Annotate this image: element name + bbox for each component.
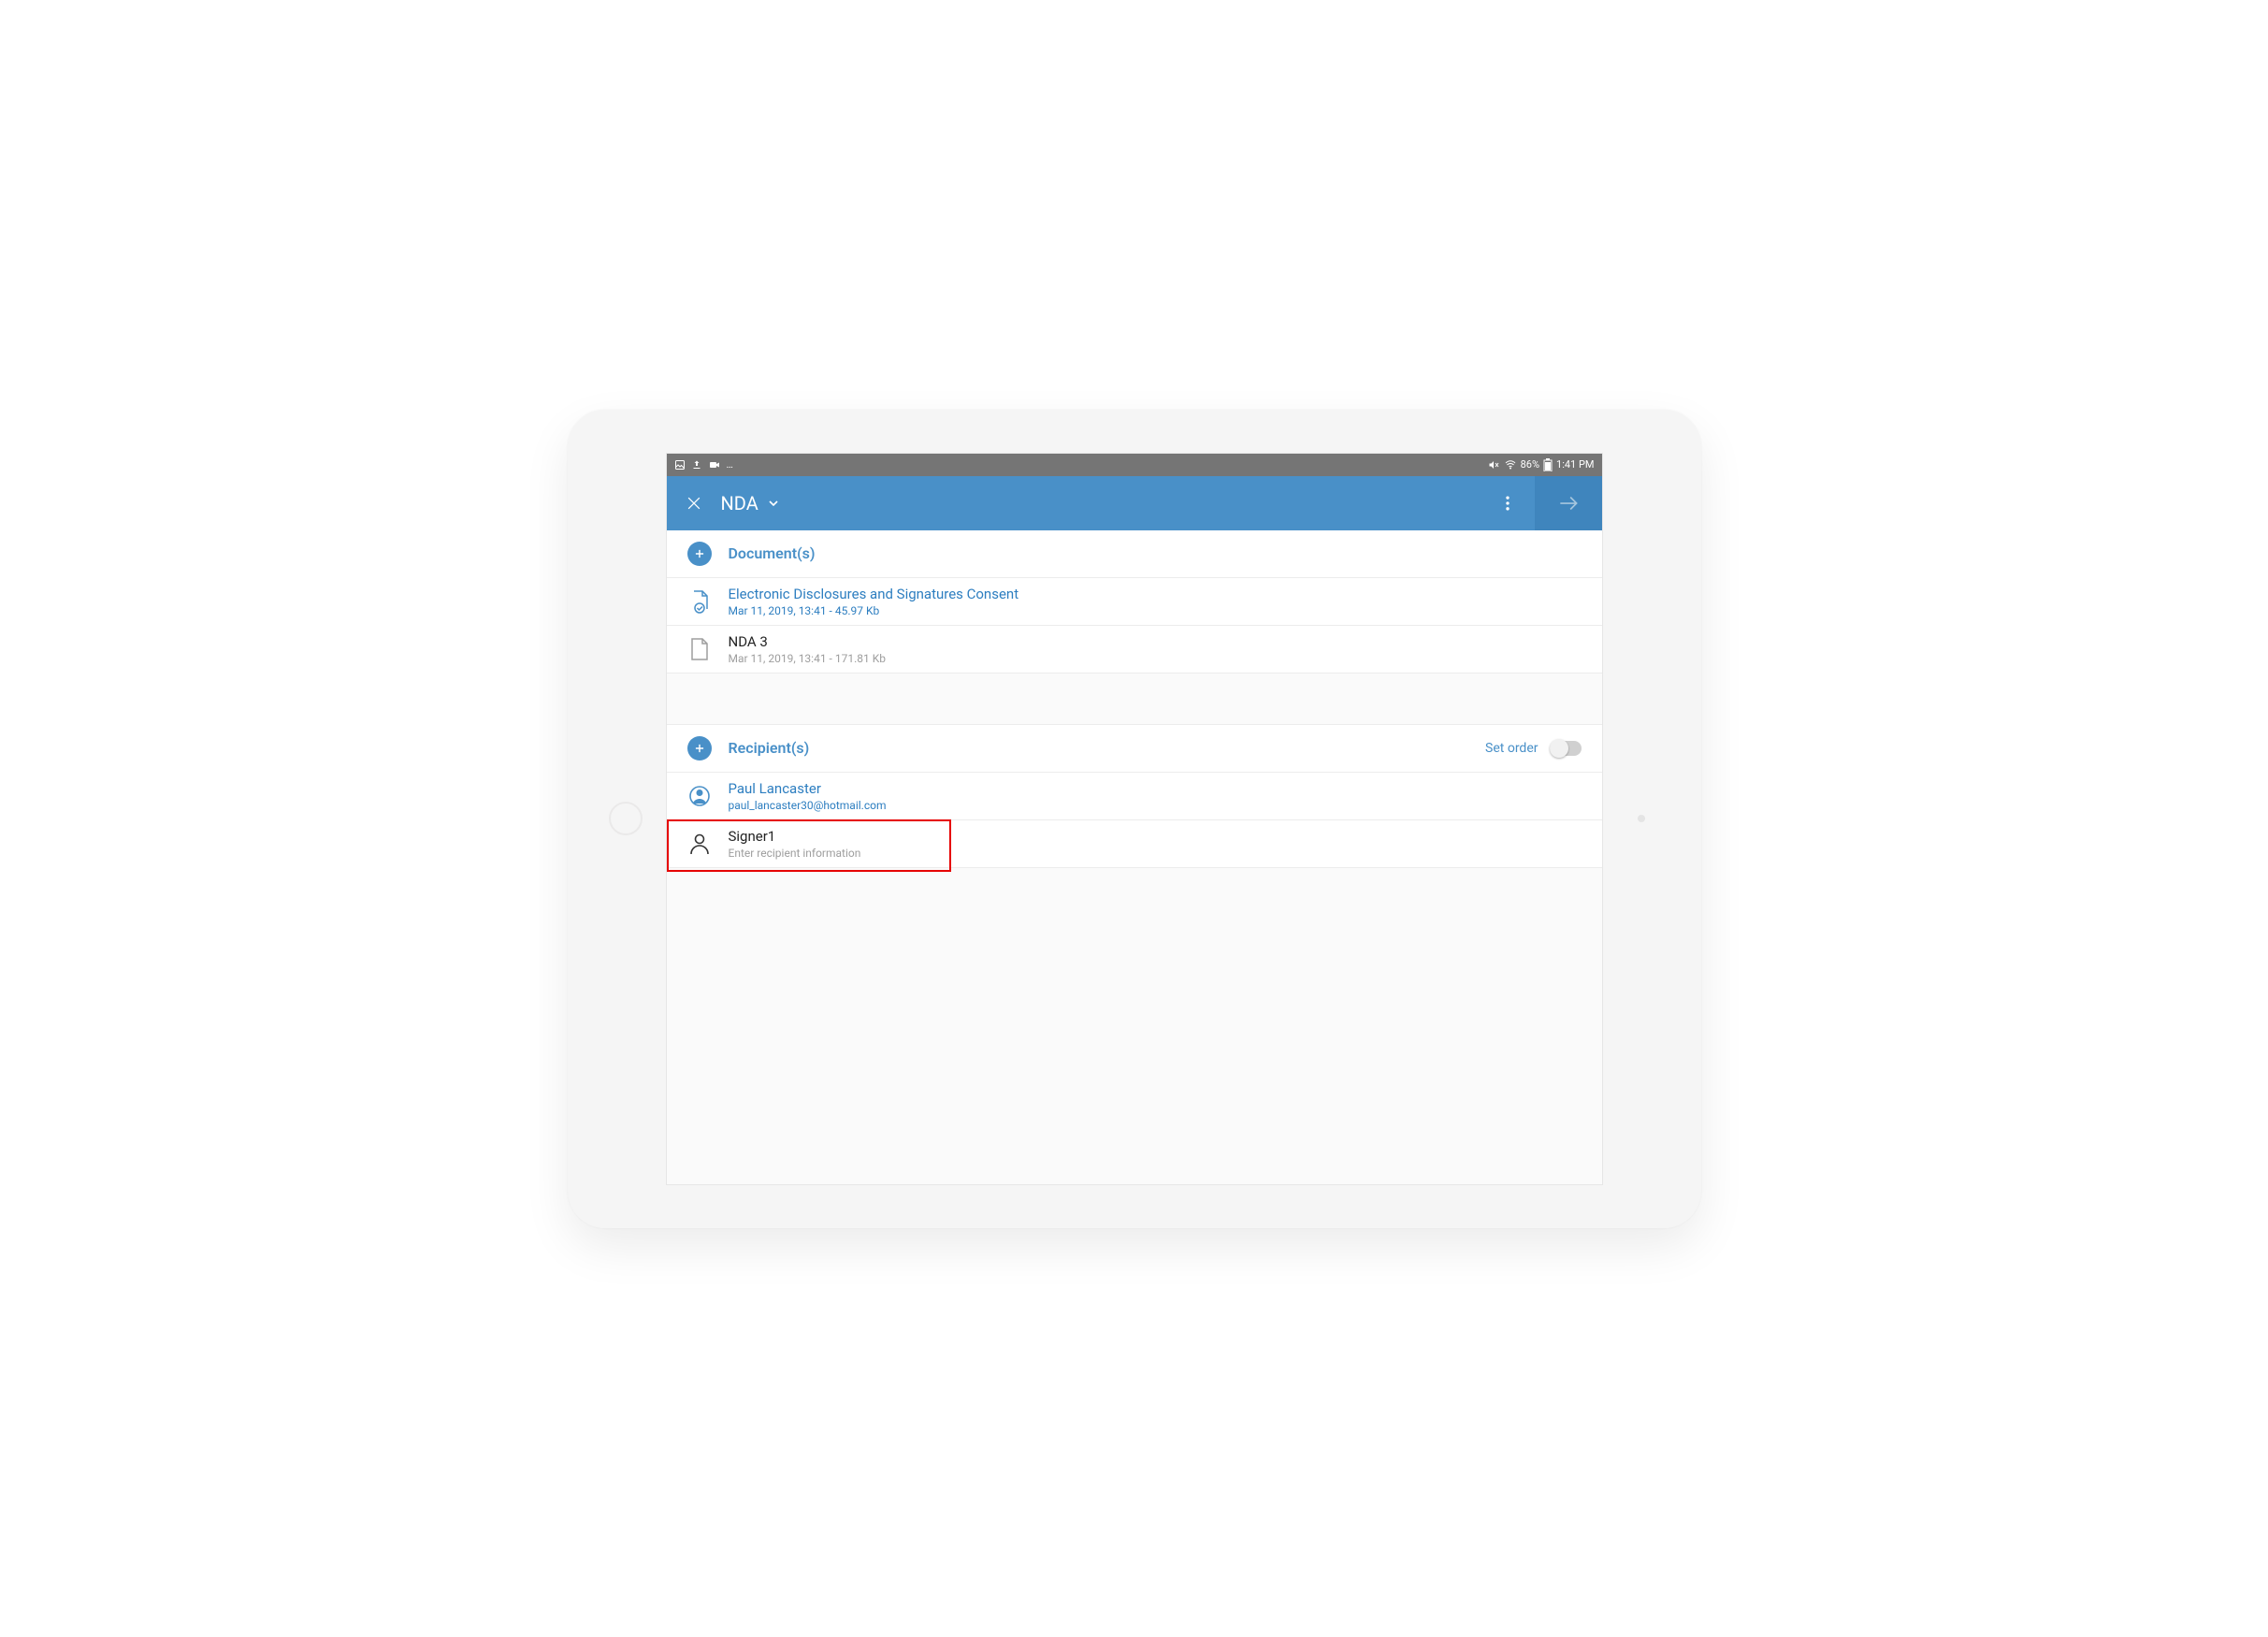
avatar-filled-icon bbox=[688, 785, 711, 807]
more-button[interactable] bbox=[1481, 494, 1535, 513]
document-item[interactable]: NDA 3 Mar 11, 2019, 13:41 - 171.81 Kb bbox=[667, 626, 1602, 674]
documents-label: Document(s) bbox=[729, 544, 816, 562]
document-meta: Mar 11, 2019, 13:41 - 171.81 Kb bbox=[729, 652, 886, 665]
upload-icon bbox=[691, 459, 702, 471]
plus-icon bbox=[693, 547, 706, 560]
arrow-right-icon bbox=[1556, 491, 1581, 515]
document-item[interactable]: Electronic Disclosures and Signatures Co… bbox=[667, 578, 1602, 626]
next-button[interactable] bbox=[1535, 476, 1602, 530]
clock-time: 1:41 PM bbox=[1556, 458, 1594, 471]
tablet-frame: … 86% 1:41 PM NDA bbox=[568, 410, 1701, 1228]
battery-percent: 86% bbox=[1521, 458, 1539, 471]
home-button[interactable] bbox=[609, 802, 643, 835]
status-bar: … 86% 1:41 PM bbox=[667, 454, 1602, 476]
document-meta: Mar 11, 2019, 13:41 - 45.97 Kb bbox=[729, 604, 1019, 617]
content-area: Document(s) Electronic Disclosures and S… bbox=[667, 530, 1602, 1184]
set-order-label: Set order bbox=[1485, 741, 1538, 756]
recipient-name: Signer1 bbox=[729, 828, 861, 845]
add-document-button[interactable] bbox=[687, 542, 712, 566]
title-dropdown[interactable]: NDA bbox=[721, 492, 781, 514]
document-icon bbox=[689, 637, 710, 661]
wifi-icon bbox=[1504, 459, 1517, 471]
image-icon bbox=[674, 459, 686, 471]
mute-icon bbox=[1487, 459, 1500, 471]
chevron-down-icon bbox=[766, 496, 781, 511]
document-title: Electronic Disclosures and Signatures Co… bbox=[729, 586, 1019, 602]
page-title: NDA bbox=[721, 492, 758, 514]
plus-icon bbox=[693, 742, 706, 755]
recipients-label: Recipient(s) bbox=[729, 739, 810, 757]
recipient-email: paul_lancaster30@hotmail.com bbox=[729, 799, 887, 812]
section-gap bbox=[667, 674, 1602, 725]
status-right: 86% 1:41 PM bbox=[1487, 458, 1595, 471]
recipient-item[interactable]: Paul Lancaster paul_lancaster30@hotmail.… bbox=[667, 773, 1602, 820]
more-vertical-icon bbox=[1498, 494, 1517, 513]
document-title: NDA 3 bbox=[729, 633, 886, 650]
add-recipient-button[interactable] bbox=[687, 736, 712, 761]
camera-dot bbox=[1638, 815, 1645, 822]
set-order-toggle[interactable] bbox=[1550, 741, 1582, 756]
avatar-outline-icon bbox=[689, 833, 710, 855]
status-left: … bbox=[674, 458, 733, 471]
video-icon bbox=[708, 459, 721, 471]
status-more: … bbox=[727, 458, 733, 471]
recipient-hint: Enter recipient information bbox=[729, 847, 861, 860]
documents-section-header: Document(s) bbox=[667, 530, 1602, 578]
document-check-icon bbox=[688, 589, 711, 614]
recipients-section-header: Recipient(s) Set order bbox=[667, 725, 1602, 773]
screen: … 86% 1:41 PM NDA bbox=[666, 453, 1603, 1185]
battery-icon bbox=[1543, 458, 1553, 471]
recipient-name: Paul Lancaster bbox=[729, 780, 887, 797]
close-button[interactable] bbox=[667, 494, 721, 513]
app-bar: NDA bbox=[667, 476, 1602, 530]
recipient-item-highlighted[interactable]: Signer1 Enter recipient information bbox=[667, 820, 1602, 868]
close-icon bbox=[685, 494, 703, 513]
